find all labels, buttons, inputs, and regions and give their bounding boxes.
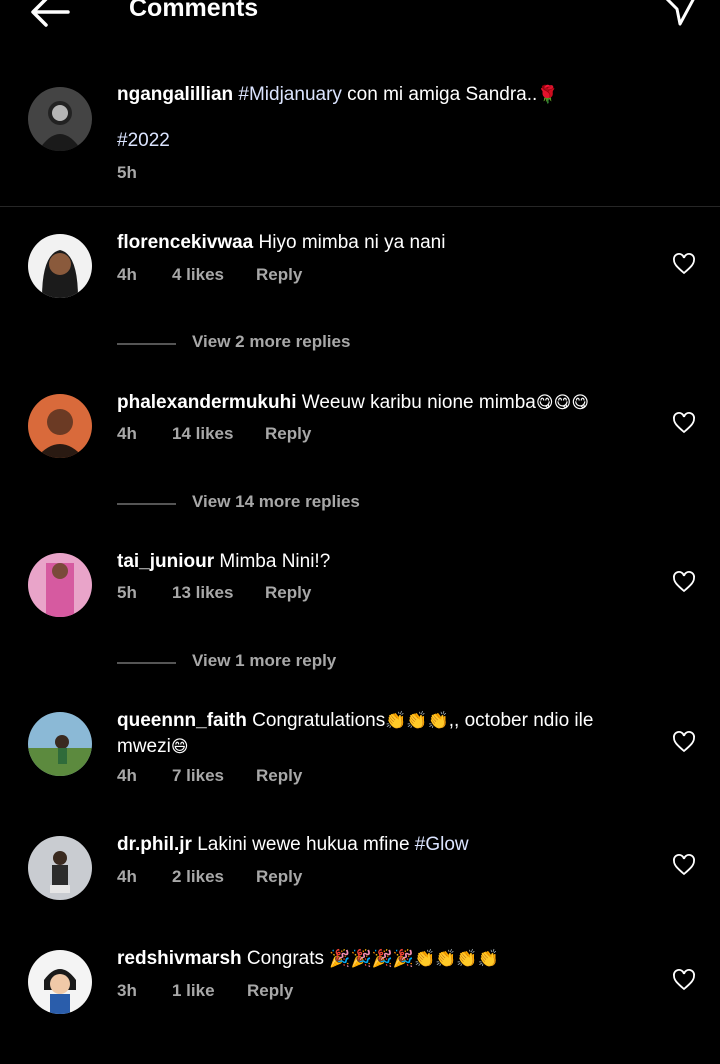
reply-button[interactable]: Reply	[265, 424, 311, 444]
avatar[interactable]	[28, 836, 92, 900]
comment-time: 4h	[117, 265, 137, 284]
back-arrow-icon[interactable]	[28, 0, 72, 32]
view-replies-label[interactable]: View 2 more replies	[192, 332, 350, 352]
header-bar: Comments	[0, 0, 720, 40]
heart-icon[interactable]	[672, 252, 696, 276]
comment-username[interactable]: tai_juniour	[117, 551, 214, 572]
page-title: Comments	[129, 0, 259, 22]
caption-hashtag-2022[interactable]: #2022	[117, 130, 170, 151]
comment-body: Congratulations	[246, 710, 386, 731]
caption-username[interactable]: ngangalillian	[117, 84, 233, 105]
comment-body: Hiyo mimba ni ya nani	[253, 232, 446, 253]
reply-button[interactable]: Reply	[256, 265, 302, 285]
send-icon[interactable]	[660, 0, 700, 32]
reply-button[interactable]: Reply	[256, 867, 302, 887]
avatar[interactable]	[28, 553, 92, 617]
heart-icon[interactable]	[672, 411, 696, 435]
reply-button[interactable]: Reply	[265, 583, 311, 603]
caption-hashtag[interactable]: #Midjanuary	[238, 84, 342, 105]
grin-emoji: 😄	[170, 737, 189, 757]
comment-body: Lakini wewe hukua mfine	[191, 834, 415, 855]
likes-count[interactable]: 13 likes	[172, 583, 233, 603]
avatar[interactable]	[28, 712, 92, 776]
likes-count[interactable]: 1 like	[172, 981, 215, 1001]
comment-time: 3h	[117, 981, 137, 1000]
comment-body: Mimba Nini!?	[214, 551, 331, 572]
party-emoji: 🎉🎉🎉🎉👏👏👏👏	[329, 949, 499, 969]
rose-emoji: 🌹	[537, 85, 559, 105]
comment-time: 4h	[117, 424, 137, 443]
view-replies-label[interactable]: View 1 more reply	[192, 651, 336, 671]
view-replies-label[interactable]: View 14 more replies	[192, 492, 360, 512]
comment-username[interactable]: queennn_faith	[117, 710, 247, 731]
caption-time: 5h	[117, 163, 137, 182]
comment-username[interactable]: florencekivwaa	[117, 232, 253, 253]
caption-text: ngangalillian #Midjanuary con mi amiga S…	[117, 82, 637, 108]
comment-text: dr.phil.jr Lakini wewe hukua mfine #Glow	[117, 832, 637, 858]
likes-count[interactable]: 4 likes	[172, 265, 224, 285]
comment-body: Congrats	[241, 948, 330, 969]
replies-line	[117, 343, 176, 345]
heart-icon[interactable]	[672, 570, 696, 594]
avatar[interactable]	[28, 234, 92, 298]
comment-time: 4h	[117, 867, 137, 886]
comment-text: phalexandermukuhi Weeuw karibu nione mim…	[117, 390, 637, 416]
comment-text: queennn_faith Congratulations👏👏👏,, octob…	[117, 708, 637, 760]
comment-text: redshivmarsh Congrats 🎉🎉🎉🎉👏👏👏👏	[117, 946, 637, 972]
avatar[interactable]	[28, 950, 92, 1014]
comment-text: florencekivwaa Hiyo mimba ni ya nani	[117, 230, 637, 256]
caption-body: con mi amiga Sandra..	[341, 84, 538, 105]
replies-line	[117, 503, 176, 505]
reply-button[interactable]: Reply	[256, 766, 302, 786]
clap-emoji: 👏👏👏	[385, 711, 449, 731]
comment-username[interactable]: redshivmarsh	[117, 948, 242, 969]
divider	[0, 206, 720, 207]
avatar[interactable]	[28, 87, 92, 151]
heart-icon[interactable]	[672, 968, 696, 992]
yum-emoji: 😋😋😋	[535, 393, 590, 413]
comment-time: 4h	[117, 766, 137, 785]
heart-icon[interactable]	[672, 853, 696, 877]
avatar[interactable]	[28, 394, 92, 458]
comment-username[interactable]: phalexandermukuhi	[117, 392, 297, 413]
heart-icon[interactable]	[672, 730, 696, 754]
likes-count[interactable]: 14 likes	[172, 424, 233, 444]
comment-hashtag[interactable]: #Glow	[415, 834, 469, 855]
comment-text: tai_juniour Mimba Nini!?	[117, 549, 637, 575]
likes-count[interactable]: 2 likes	[172, 867, 224, 887]
reply-button[interactable]: Reply	[247, 981, 293, 1001]
comment-username[interactable]: dr.phil.jr	[117, 834, 192, 855]
caption-hashtag-line: #2022	[117, 128, 637, 154]
comment-time: 5h	[117, 583, 137, 602]
comment-body: Weeuw karibu nione mimba	[296, 392, 536, 413]
replies-line	[117, 662, 176, 664]
likes-count[interactable]: 7 likes	[172, 766, 224, 786]
